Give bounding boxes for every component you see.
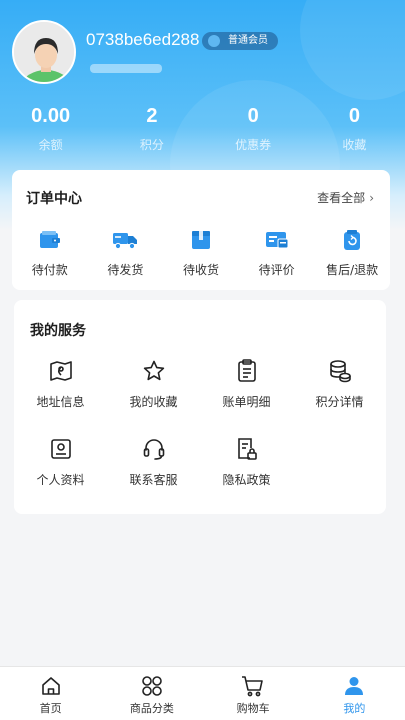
service-label: 我的收藏 — [129, 395, 178, 409]
stat-points[interactable]: 2 积分 — [101, 102, 202, 153]
service-privacy-policy[interactable]: 隐私政策 — [200, 436, 293, 514]
review-icon — [239, 228, 315, 252]
my-services-title: 我的服务 — [30, 323, 86, 339]
member-badge: 普通会员 — [202, 32, 278, 50]
stat-label: 余额 — [38, 138, 63, 152]
bottom-tab-bar: 首页 商品分类 购物车 我的 — [0, 666, 405, 720]
service-points-details[interactable]: 积分详情 — [293, 358, 386, 436]
order-label: 售后/退款 — [326, 263, 379, 277]
service-label: 账单明细 — [222, 395, 271, 409]
category-grid-icon — [101, 675, 202, 697]
order-label: 待评价 — [258, 263, 295, 277]
stat-balance[interactable]: 0.00 余额 — [0, 102, 101, 153]
service-bill-details[interactable]: 账单明细 — [200, 358, 293, 436]
member-badge-label: 普通会员 — [228, 35, 268, 46]
order-center-title: 订单中心 — [26, 191, 82, 207]
service-label: 联系客服 — [129, 473, 178, 487]
tab-cart[interactable]: 购物车 — [203, 667, 304, 720]
service-customer-support[interactable]: 联系客服 — [107, 436, 200, 514]
star-icon — [107, 358, 200, 384]
headset-icon — [107, 436, 200, 462]
profile-subline-placeholder — [90, 64, 162, 73]
service-favorites[interactable]: 我的收藏 — [107, 358, 200, 436]
order-pending-shipment[interactable]: 待发货 — [88, 228, 164, 278]
tab-label: 我的 — [343, 702, 366, 715]
service-label: 隐私政策 — [222, 473, 271, 487]
tab-label: 购物车 — [236, 702, 270, 715]
stat-label: 优惠券 — [235, 138, 272, 152]
order-label: 待付款 — [31, 263, 68, 277]
service-address[interactable]: 地址信息 — [14, 358, 107, 436]
clipboard-icon — [200, 358, 293, 384]
cart-icon — [203, 675, 304, 697]
order-label: 待发货 — [107, 263, 144, 277]
tab-categories[interactable]: 商品分类 — [101, 667, 202, 720]
order-pending-receipt[interactable]: 待收货 — [163, 228, 239, 278]
services-grid: 地址信息 我的收藏 账单明细 积分详情 个人资料 联系客服 隐私政策 — [14, 358, 386, 514]
vip-dot-icon — [208, 35, 220, 47]
order-center-card: 订单中心 查看全部 › 待付款 待发货 待收货 待评价 售后/退款 — [12, 170, 390, 290]
stat-label: 收藏 — [342, 138, 367, 152]
service-profile[interactable]: 个人资料 — [14, 436, 107, 514]
header-decoration — [300, 0, 405, 100]
stat-label: 积分 — [139, 138, 164, 152]
view-all-orders-link[interactable]: 查看全部 › — [317, 189, 374, 206]
user-icon — [304, 675, 405, 697]
tab-mine[interactable]: 我的 — [304, 667, 405, 720]
home-icon — [0, 675, 101, 697]
profile-card-icon — [14, 436, 107, 462]
order-label: 待收货 — [182, 263, 219, 277]
stat-value: 0 — [348, 105, 360, 127]
avatar-person-icon — [14, 22, 74, 82]
avatar[interactable] — [12, 20, 76, 84]
order-pending-review[interactable]: 待评价 — [239, 228, 315, 278]
stat-coupons[interactable]: 0 优惠券 — [203, 102, 304, 153]
chevron-right-icon: › — [369, 191, 374, 205]
tab-label: 首页 — [39, 702, 62, 715]
privacy-document-icon — [200, 436, 293, 462]
service-label: 个人资料 — [36, 473, 85, 487]
stat-value: 0.00 — [31, 105, 71, 127]
package-icon — [163, 228, 239, 252]
my-services-card: 我的服务 地址信息 我的收藏 账单明细 积分详情 个人资料 联系客服 隐私政策 — [14, 300, 386, 514]
refund-icon — [314, 228, 390, 252]
tab-home[interactable]: 首页 — [0, 667, 101, 720]
stats-row: 0.00 余额 2 积分 0 优惠券 0 收藏 — [0, 102, 405, 153]
order-after-sales[interactable]: 售后/退款 — [314, 228, 390, 278]
service-label: 地址信息 — [36, 395, 85, 409]
username: 0738be6ed288 — [86, 30, 200, 49]
stat-favorites[interactable]: 0 收藏 — [304, 102, 405, 153]
order-pending-payment[interactable]: 待付款 — [12, 228, 88, 278]
coins-icon — [293, 358, 386, 384]
service-label: 积分详情 — [315, 395, 364, 409]
truck-icon — [88, 228, 164, 252]
tab-label: 商品分类 — [129, 702, 174, 715]
stat-value: 2 — [146, 105, 158, 127]
map-icon — [14, 358, 107, 384]
view-all-label: 查看全部 — [317, 191, 366, 205]
order-status-row: 待付款 待发货 待收货 待评价 售后/退款 — [12, 228, 390, 278]
stat-value: 0 — [247, 105, 259, 127]
wallet-icon — [12, 228, 88, 252]
